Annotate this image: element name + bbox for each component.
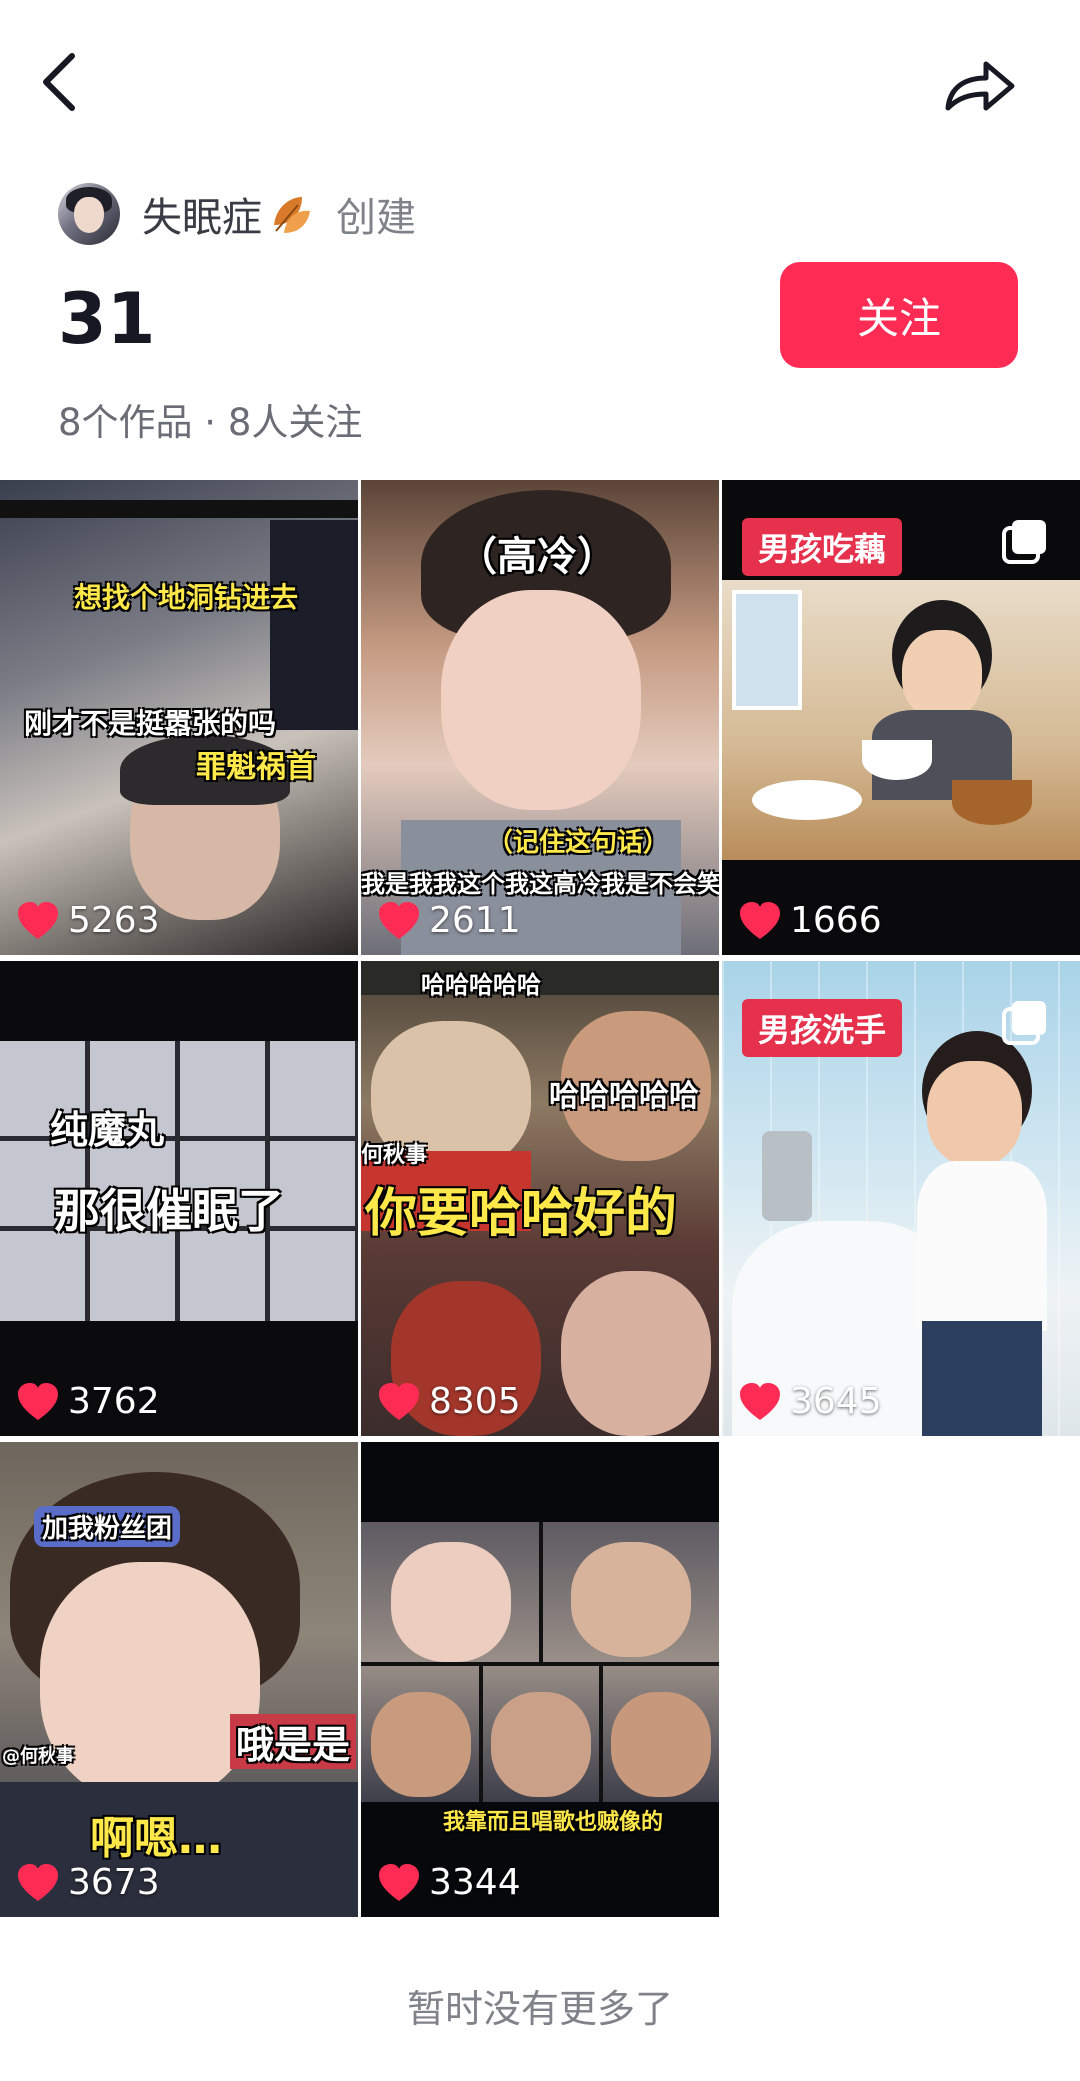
heart-icon bbox=[18, 1382, 58, 1420]
heart-icon bbox=[379, 1382, 419, 1420]
end-of-list-text: 暂时没有更多了 bbox=[406, 1987, 673, 2031]
video-caption: 我是我我这个我这高冷我是不会笑的 bbox=[361, 870, 719, 898]
video-caption: （记住这句话） bbox=[487, 828, 670, 858]
video-caption: 啊嗯… bbox=[90, 1813, 222, 1864]
like-count-value: 2611 bbox=[429, 900, 521, 941]
like-count-value: 1666 bbox=[790, 900, 882, 941]
creator-name[interactable]: 失眠症 bbox=[142, 185, 262, 243]
video-caption: 罪魁祸首 bbox=[196, 750, 316, 785]
avatar[interactable] bbox=[58, 183, 120, 245]
video-caption: 纯魔丸 bbox=[50, 1108, 165, 1152]
video-caption: 你要哈哈好的 bbox=[365, 1184, 678, 1244]
video-tile[interactable]: 纯魔丸 那很催眠了 3762 bbox=[0, 961, 358, 1436]
video-caption: @何秋事 bbox=[2, 1746, 74, 1767]
video-tile[interactable]: 男孩洗手 3645 bbox=[722, 961, 1080, 1436]
heart-icon bbox=[740, 901, 780, 939]
heart-icon bbox=[379, 901, 419, 939]
like-count-value: 8305 bbox=[429, 1381, 521, 1422]
video-caption: 何秋事 bbox=[361, 1143, 428, 1168]
video-tile[interactable]: 男孩吃藕 1666 bbox=[722, 480, 1080, 955]
heart-icon bbox=[18, 1863, 58, 1901]
video-caption: 刚才不是挺嚣张的吗 bbox=[24, 707, 277, 740]
like-count: 3762 bbox=[16, 1381, 160, 1422]
share-button[interactable] bbox=[940, 50, 1020, 120]
share-arrow-icon bbox=[945, 61, 1015, 111]
video-caption: （高冷） bbox=[457, 534, 617, 580]
video-caption: 哦是是 bbox=[230, 1714, 357, 1769]
like-count-value: 5263 bbox=[68, 900, 160, 941]
chevron-left-icon bbox=[43, 53, 75, 111]
video-tile[interactable]: （高冷） （记住这句话） 我是我我这个我这高冷我是不会笑的 2611 bbox=[361, 480, 719, 955]
video-caption: 那很催眠了 bbox=[54, 1184, 284, 1238]
autumn-leaves-icon bbox=[274, 197, 310, 233]
back-button[interactable] bbox=[30, 42, 90, 122]
heart-icon bbox=[740, 1382, 780, 1420]
collection-title: 31 bbox=[58, 278, 156, 360]
video-tag: 男孩洗手 bbox=[742, 999, 903, 1057]
multi-image-icon bbox=[1002, 1001, 1046, 1045]
creator-row[interactable]: 失眠症 创建 bbox=[58, 182, 416, 246]
video-tile[interactable]: 想找个地洞钻进去 刚才不是挺嚣张的吗 罪魁祸首 5263 bbox=[0, 480, 358, 955]
heart-icon bbox=[379, 1863, 419, 1901]
like-count-value: 3645 bbox=[790, 1381, 882, 1422]
video-caption: 哈哈哈哈哈 bbox=[421, 971, 541, 999]
like-count: 3344 bbox=[377, 1862, 521, 1903]
video-tile[interactable]: 加我粉丝团 哦是是 啊嗯… @何秋事 3673 bbox=[0, 1442, 358, 1917]
collection-stats: 8个作品 · 8人关注 bbox=[58, 401, 363, 444]
video-caption: 加我粉丝团 bbox=[34, 1506, 181, 1547]
like-count: 3645 bbox=[738, 1381, 882, 1422]
like-count-value: 3344 bbox=[429, 1862, 521, 1903]
like-count: 2611 bbox=[377, 900, 521, 941]
heart-icon bbox=[18, 901, 58, 939]
creator-suffix: 创建 bbox=[336, 195, 416, 241]
video-tile[interactable]: 我靠而且唱歌也贼像的 3344 bbox=[361, 1442, 719, 1917]
like-count-value: 3673 bbox=[68, 1862, 160, 1903]
like-count: 3673 bbox=[16, 1862, 160, 1903]
video-tile[interactable]: 哈哈哈哈哈 哈哈哈哈哈 你要哈哈好的 何秋事 8305 bbox=[361, 961, 719, 1436]
like-count: 5263 bbox=[16, 900, 160, 941]
multi-image-icon bbox=[1002, 520, 1046, 564]
like-count-value: 3762 bbox=[68, 1381, 160, 1422]
like-count: 1666 bbox=[738, 900, 882, 941]
video-caption: 哈哈哈哈哈 bbox=[549, 1079, 699, 1114]
video-caption: 我靠而且唱歌也贼像的 bbox=[443, 1810, 664, 1835]
like-count: 8305 bbox=[377, 1381, 521, 1422]
video-tag: 男孩吃藕 bbox=[742, 518, 903, 576]
video-caption: 想找个地洞钻进去 bbox=[74, 581, 299, 614]
top-bar bbox=[0, 0, 1080, 170]
follow-button[interactable]: 关注 bbox=[780, 262, 1018, 368]
